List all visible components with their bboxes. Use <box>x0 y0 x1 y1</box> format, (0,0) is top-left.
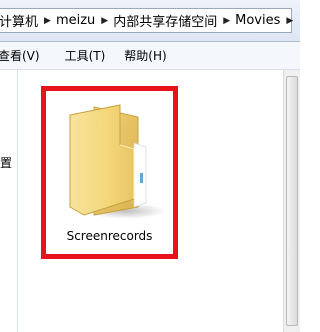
menu-bar: 查看(V) 工具(T) 帮助(H) <box>0 42 300 70</box>
folder-name-label: Screenrecords <box>66 229 153 243</box>
crumb-internal-storage[interactable]: 内部共享存储空间 <box>110 11 221 30</box>
menu-help[interactable]: 帮助(H) <box>116 47 175 64</box>
explorer-window: 计算机 ▶ meizu ▶ 内部共享存储空间 ▶ Movies ▶ 查看(V) … <box>0 0 300 332</box>
nav-item-location[interactable]: 位置 <box>0 154 12 171</box>
chevron-right-icon[interactable]: ▶ <box>284 16 295 26</box>
vertical-scrollbar[interactable] <box>283 70 300 332</box>
file-list: Screenrecords <box>18 70 282 332</box>
breadcrumb[interactable]: 计算机 ▶ meizu ▶ 内部共享存储空间 ▶ Movies ▶ <box>0 8 295 33</box>
menu-view[interactable]: 查看(V) <box>0 47 49 64</box>
crumb-computer[interactable]: 计算机 <box>0 11 42 30</box>
navigation-pane[interactable]: 位置 <box>0 70 18 332</box>
address-bar: 计算机 ▶ meizu ▶ 内部共享存储空间 ▶ Movies ▶ <box>0 0 300 42</box>
crumb-meizu[interactable]: meizu <box>53 13 99 28</box>
folder-item-screenrecords[interactable]: Screenrecords <box>41 86 178 259</box>
folder-icon <box>69 104 164 219</box>
chevron-right-icon[interactable]: ▶ <box>221 16 232 26</box>
menu-tools[interactable]: 工具(T) <box>57 47 115 64</box>
chevron-right-icon[interactable]: ▶ <box>99 16 110 26</box>
scrollbar-thumb[interactable] <box>286 76 298 326</box>
chevron-right-icon[interactable]: ▶ <box>42 16 53 26</box>
crumb-movies[interactable]: Movies <box>232 13 284 28</box>
